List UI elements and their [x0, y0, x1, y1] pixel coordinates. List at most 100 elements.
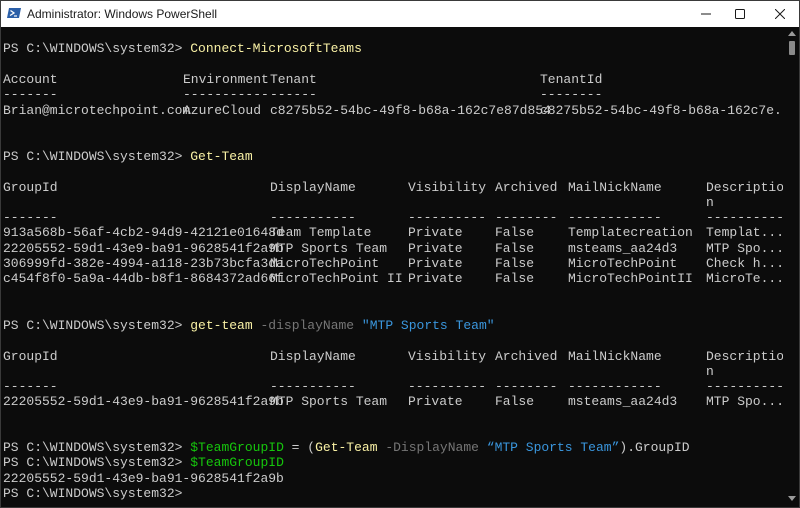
column-separator: ----------- [183, 87, 269, 102]
archived-cell: False [495, 394, 535, 409]
prompt-line-get-team: PS C:\WINDOWS\system32> Get-Team [3, 149, 253, 165]
close-icon [775, 9, 785, 19]
variable: $TeamGroupID [190, 455, 284, 470]
column-separator: ------- [3, 87, 58, 102]
column-header: GroupId [3, 349, 58, 364]
prompt: PS C:\WINDOWS\system32> [3, 486, 183, 501]
group-id-output: 22205552-59d1-43e9-ba91-9628541f2a9b [3, 471, 284, 486]
window-title: Administrator: Windows PowerShell [27, 7, 218, 21]
vertical-scrollbar[interactable] [784, 27, 799, 507]
archived-cell: False [495, 256, 535, 271]
column-header: Descriptio [706, 349, 783, 364]
column-header: Tenant [270, 72, 317, 87]
column-header: Account [3, 72, 58, 87]
displayname-cell: MTP Sports Team [270, 394, 388, 409]
column-header: Environment [183, 72, 269, 87]
mailnickname-cell: msteams_aa24d3 [568, 241, 678, 256]
visibility-cell: Private [408, 394, 463, 409]
command: Get-Team [315, 440, 378, 455]
string-argument: "MTP Sports Team" [361, 318, 495, 333]
string-argument: “MTP Sports Team” [486, 440, 620, 455]
prompt-line-assign-variable: PS C:\WINDOWS\system32> $TeamGroupID = (… [3, 440, 690, 456]
mailnickname-cell: MicroTechPointII [568, 271, 693, 286]
parameter: -DisplayName [385, 440, 479, 455]
prompt: PS C:\WINDOWS\system32> [3, 41, 183, 56]
column-header: Visibility [408, 180, 487, 195]
column-separator: ------------ [568, 379, 662, 394]
groupid-cell: 22205552-59d1-43e9-ba91-9628541f2a9b [3, 394, 284, 409]
scroll-up-arrow-icon[interactable] [788, 31, 796, 36]
visibility-cell: Private [408, 241, 463, 256]
property-access: ).GroupID [619, 440, 690, 455]
column-separator: ------- [3, 379, 58, 394]
column-header: TenantId [540, 72, 603, 87]
description-cell: MTP Spo... [706, 241, 783, 256]
command: get-team [190, 318, 253, 333]
archived-cell: False [495, 271, 535, 286]
prompt: PS C:\WINDOWS\system32> [3, 149, 183, 164]
visibility-cell: Private [408, 256, 463, 271]
column-separator: ---------- [408, 379, 487, 394]
tenantid-cell: c8275b52-54bc-49f8-b68a-162c7e... [540, 103, 783, 118]
visibility-cell: Private [408, 271, 463, 286]
mailnickname-cell: Templatecreation [568, 225, 693, 240]
column-header: Descriptio [706, 180, 783, 195]
scroll-thumb[interactable] [789, 41, 795, 55]
column-separator: ---------- [408, 210, 487, 225]
column-separator: ------- [3, 210, 58, 225]
environment-cell: AzureCloud [183, 103, 262, 118]
archived-cell: False [495, 241, 535, 256]
visibility-cell: Private [408, 225, 463, 240]
column-separator: -------- [495, 379, 558, 394]
prompt: PS C:\WINDOWS\system32> [3, 455, 183, 470]
column-header: GroupId [3, 180, 58, 195]
title-bar[interactable]: Administrator: Windows PowerShell [1, 1, 799, 27]
variable: $TeamGroupID [190, 440, 284, 455]
column-separator: ---------- [706, 379, 783, 394]
archived-cell: False [495, 225, 535, 240]
groupid-cell: 913a568b-56af-4cb2-94d9-42121e01648d [3, 225, 284, 240]
column-header-wrap: n [706, 364, 714, 379]
column-separator: ----------- [270, 379, 356, 394]
column-separator: -------- [495, 210, 558, 225]
scroll-down-arrow-icon[interactable] [788, 496, 796, 501]
description-cell: Check h... [706, 256, 783, 271]
column-separator: ---------- [706, 210, 783, 225]
column-separator: ------ [270, 87, 317, 102]
prompt-line-current[interactable]: PS C:\WINDOWS\system32> [3, 486, 182, 502]
displayname-cell: Team Template [270, 225, 372, 240]
column-separator: -------- [540, 87, 603, 102]
column-header: Archived [495, 349, 558, 364]
column-header: DisplayName [270, 180, 356, 195]
displayname-cell: MicroTechPoint II [270, 271, 403, 286]
open-paren: ( [307, 440, 316, 455]
close-button[interactable] [757, 1, 800, 27]
minimize-icon [701, 13, 711, 15]
assignment-operator: = [283, 440, 308, 455]
console-output[interactable]: PS C:\WINDOWS\system32> Connect-Microsof… [1, 27, 783, 507]
description-cell: Templat... [706, 225, 783, 240]
column-separator: ------------ [568, 210, 662, 225]
command: Get-Team [190, 149, 253, 164]
account-cell: Brian@microtechpoint.com [3, 103, 191, 118]
prompt-line-echo-variable: PS C:\WINDOWS\system32> $TeamGroupID [3, 455, 284, 471]
prompt: PS C:\WINDOWS\system32> [3, 440, 183, 455]
description-cell: MicroTe... [706, 271, 783, 286]
mailnickname-cell: MicroTechPoint [568, 256, 678, 271]
tenant-cell: c8275b52-54bc-49f8-b68a-162c7e87d854 [270, 103, 551, 118]
powershell-window: Administrator: Windows PowerShell PS C:\… [0, 0, 800, 508]
column-separator: ----------- [270, 210, 356, 225]
column-header: DisplayName [270, 349, 356, 364]
mailnickname-cell: msteams_aa24d3 [568, 394, 678, 409]
groupid-cell: 22205552-59d1-43e9-ba91-9628541f2a9b [3, 241, 284, 256]
maximize-icon [735, 9, 745, 19]
prompt-line-connect: PS C:\WINDOWS\system32> Connect-Microsof… [3, 41, 362, 57]
groupid-cell: c454f8f0-5a9a-44db-b8f1-8684372ad66f [3, 271, 284, 286]
column-header-wrap: n [706, 195, 714, 210]
command: Connect-MicrosoftTeams [190, 41, 362, 56]
groupid-cell: 306999fd-382e-4994-a118-23b73bcfa3da [3, 256, 284, 271]
powershell-icon [7, 6, 21, 20]
column-header: Visibility [408, 349, 487, 364]
column-header: MailNickName [568, 180, 662, 195]
prompt: PS C:\WINDOWS\system32> [3, 318, 183, 333]
